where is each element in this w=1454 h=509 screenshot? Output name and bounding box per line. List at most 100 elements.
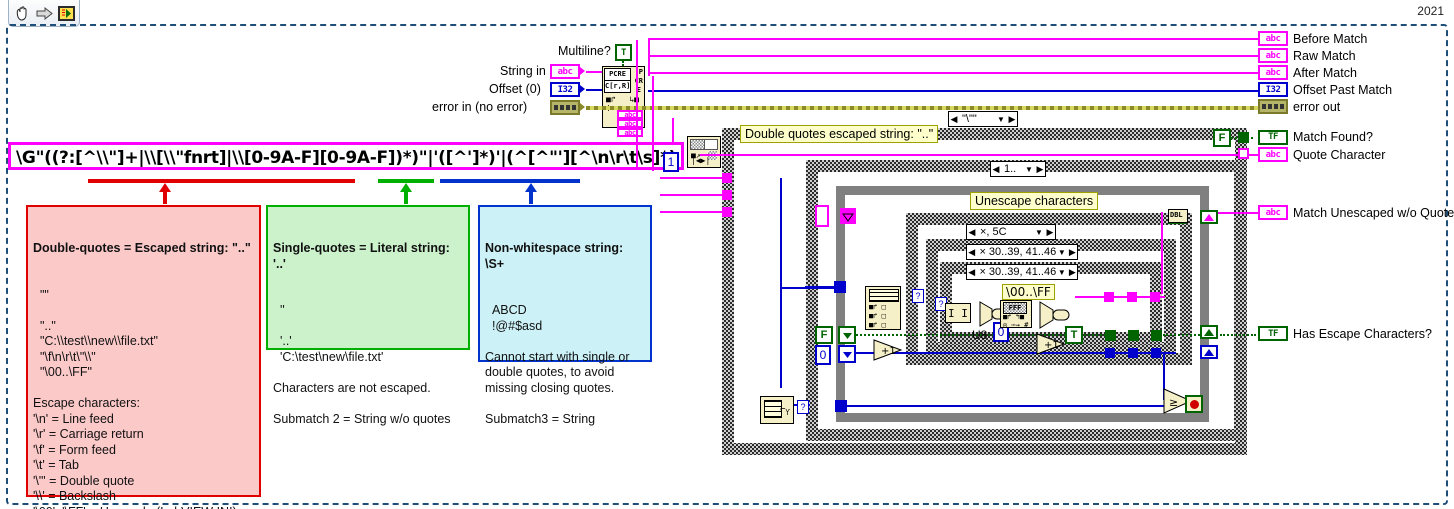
offset-past-match-terminal[interactable]: I32 (1258, 82, 1288, 97)
match-unescaped-label: Match Unescaped w/o Quotes (1293, 205, 1454, 220)
tunnel-submatch-1[interactable] (722, 190, 732, 200)
info-box-single-quotes-title: Single-quotes = Literal string: '..' (273, 241, 454, 271)
wire-offset-past-match (648, 90, 1260, 92)
tunnel-green-a[interactable] (1105, 330, 1116, 341)
shift-register-index[interactable] (838, 345, 856, 363)
string-subset-node[interactable]: I I (945, 303, 971, 323)
tunnel-blue-a[interactable] (1105, 348, 1115, 358)
case-next-arrow-5[interactable]: ▶ (1068, 265, 1077, 279)
case-selector-range-1[interactable]: ◀ 1.. ▼ ▶ (990, 161, 1046, 177)
array-to-string-node[interactable]: DBL (1168, 209, 1188, 223)
regex-string-constant[interactable]: \G"((?:[^\\"]+|\\[\\"fnrt]|\\[0-9A-F][0-… (8, 142, 685, 170)
auto-index-out-green[interactable] (1200, 325, 1218, 339)
tunnel-mag-c[interactable] (1150, 292, 1160, 302)
constant-true-escape[interactable]: T (1065, 326, 1083, 344)
before-match-terminal[interactable]: abc (1258, 31, 1288, 46)
chevron-down-icon-2[interactable]: ▼ (1023, 165, 1035, 174)
select-node-1[interactable]: ? (912, 289, 924, 303)
offset-nub (580, 85, 585, 93)
case-next-arrow-4[interactable]: ▶ (1068, 245, 1077, 259)
error-in-nub (580, 103, 585, 111)
wire-vert-c (672, 118, 674, 142)
shift-register-bool[interactable] (838, 326, 856, 344)
svg-text:+1: +1 (881, 346, 896, 357)
tunnel-mag-b[interactable] (1127, 292, 1137, 302)
constant-one[interactable]: 1 (663, 152, 679, 172)
quote-character-terminal[interactable]: abc (1258, 147, 1288, 162)
case-next-arrow-3[interactable]: ▶ (1045, 225, 1055, 239)
tunnel-match-found-out[interactable] (1238, 132, 1249, 143)
auto-index-out-blue[interactable] (1200, 345, 1218, 359)
match-unescaped-row: abc Match Unescaped w/o Quotes (1258, 205, 1454, 220)
hand-tool-icon[interactable] (13, 4, 32, 23)
case-selector-range-30-39-b[interactable]: ◀ × 30..39, 41..46 ▼ ▶ (966, 264, 1078, 280)
multiline-terminal[interactable]: T (615, 44, 632, 61)
case-prev-arrow-3[interactable]: ◀ (967, 225, 977, 239)
chevron-down-icon[interactable]: ▼ (995, 115, 1007, 124)
increment-node-1[interactable]: +1 (873, 339, 905, 366)
tunnel-string-in[interactable] (722, 173, 732, 183)
tunnel-green-c[interactable] (1151, 330, 1162, 341)
search-split-string-node[interactable]: ■↗ |◀▶| (687, 136, 721, 168)
chevron-down-icon-3[interactable]: ▼ (1033, 228, 1045, 237)
before-match-label: Before Match (1293, 31, 1368, 46)
tunnel-match-unescaped-out[interactable] (1238, 148, 1249, 159)
labview-vi-icon[interactable] (57, 4, 76, 23)
tunnel-size-blue[interactable] (835, 400, 847, 412)
error-out-terminal[interactable] (1258, 99, 1288, 114)
increment-node-2[interactable]: +1 (1036, 333, 1068, 360)
hex-string-to-number-node[interactable]: FFF ■↱ ↰■ ◎ ⋯→ # (1000, 300, 1032, 329)
case-prev-arrow-5[interactable]: ◀ (967, 265, 976, 279)
raw-match-terminal[interactable]: abc (1258, 48, 1288, 63)
case-prev-arrow-4[interactable]: ◀ (967, 245, 976, 259)
case-selector-range-30-39-a[interactable]: ◀ × 30..39, 41..46 ▼ ▶ (966, 244, 1078, 260)
case-next-arrow[interactable]: ▶ (1007, 112, 1017, 126)
auto-index-out-green-3[interactable] (1200, 210, 1218, 224)
loop-condition-terminal[interactable] (1185, 395, 1203, 413)
constant-zero-a[interactable]: 0 (815, 345, 831, 365)
arrow-right-icon[interactable] (35, 4, 54, 23)
case-prev-arrow[interactable]: ◀ (949, 112, 959, 126)
error-out-label: error out (1293, 99, 1341, 114)
match-found-terminal[interactable]: TF (1258, 129, 1288, 145)
offset-terminal[interactable]: I32 (550, 82, 580, 97)
error-out-row: error out (1258, 99, 1392, 114)
chevron-down-icon-5[interactable]: ▼ (1056, 268, 1067, 277)
raw-match-label: Raw Match (1293, 48, 1356, 63)
after-match-terminal[interactable]: abc (1258, 65, 1288, 80)
case-selector-5c-value: ×, 5C (980, 226, 1007, 238)
hex-range-constant[interactable]: \00..\FF (1002, 284, 1055, 300)
multi-compare-node[interactable]: ■↱ □ ■↱ □ ■↱ □ (865, 286, 901, 330)
tunnel-mag-a[interactable] (1104, 292, 1114, 302)
arrow-stem-blue (529, 191, 533, 204)
constant-true-match-found[interactable]: F (1213, 129, 1231, 147)
select-node-size[interactable]: ? (797, 400, 809, 414)
submatch-2-output: abc (617, 119, 643, 128)
wire-string-in (586, 71, 602, 73)
arrow-stem-red (163, 191, 167, 204)
chevron-down-icon-4[interactable]: ▼ (1056, 248, 1067, 257)
case-selector-quote[interactable]: ◀ "\"" ▼ ▶ (948, 111, 1018, 127)
tunnel-blue-c[interactable] (1151, 348, 1161, 358)
quote-character-row: abc Quote Character (1258, 147, 1385, 162)
match-unescaped-terminal[interactable]: abc (1258, 205, 1288, 220)
case-next-arrow-2[interactable]: ▶ (1035, 162, 1045, 176)
case-selector-5c[interactable]: ◀ ×, 5C ▼ ▶ (966, 224, 1056, 240)
shift-register-arrow-down[interactable] (840, 208, 856, 224)
tunnel-mid-blue[interactable] (834, 281, 846, 293)
tunnel-blue-b[interactable] (1128, 348, 1138, 358)
arrow-head-red (159, 183, 171, 192)
multiline-label: Multiline? (558, 44, 611, 58)
string-in-terminal[interactable]: abc (550, 64, 580, 79)
after-match-row: abc After Match (1258, 65, 1392, 80)
array-size-node[interactable]: ⌐Ƴ (760, 396, 794, 424)
case-prev-arrow-2[interactable]: ◀ (991, 162, 1001, 176)
error-in-terminal[interactable] (550, 100, 580, 115)
constant-false[interactable]: F (815, 326, 833, 344)
tunnel-green-b[interactable] (1128, 330, 1139, 341)
wire-after-match (648, 72, 1258, 74)
shift-register-left[interactable] (815, 205, 829, 227)
has-escape-characters-terminal[interactable]: TF (1258, 326, 1288, 341)
tunnel-submatch-2[interactable] (722, 207, 732, 217)
submatch-3-output: abc (617, 128, 643, 137)
